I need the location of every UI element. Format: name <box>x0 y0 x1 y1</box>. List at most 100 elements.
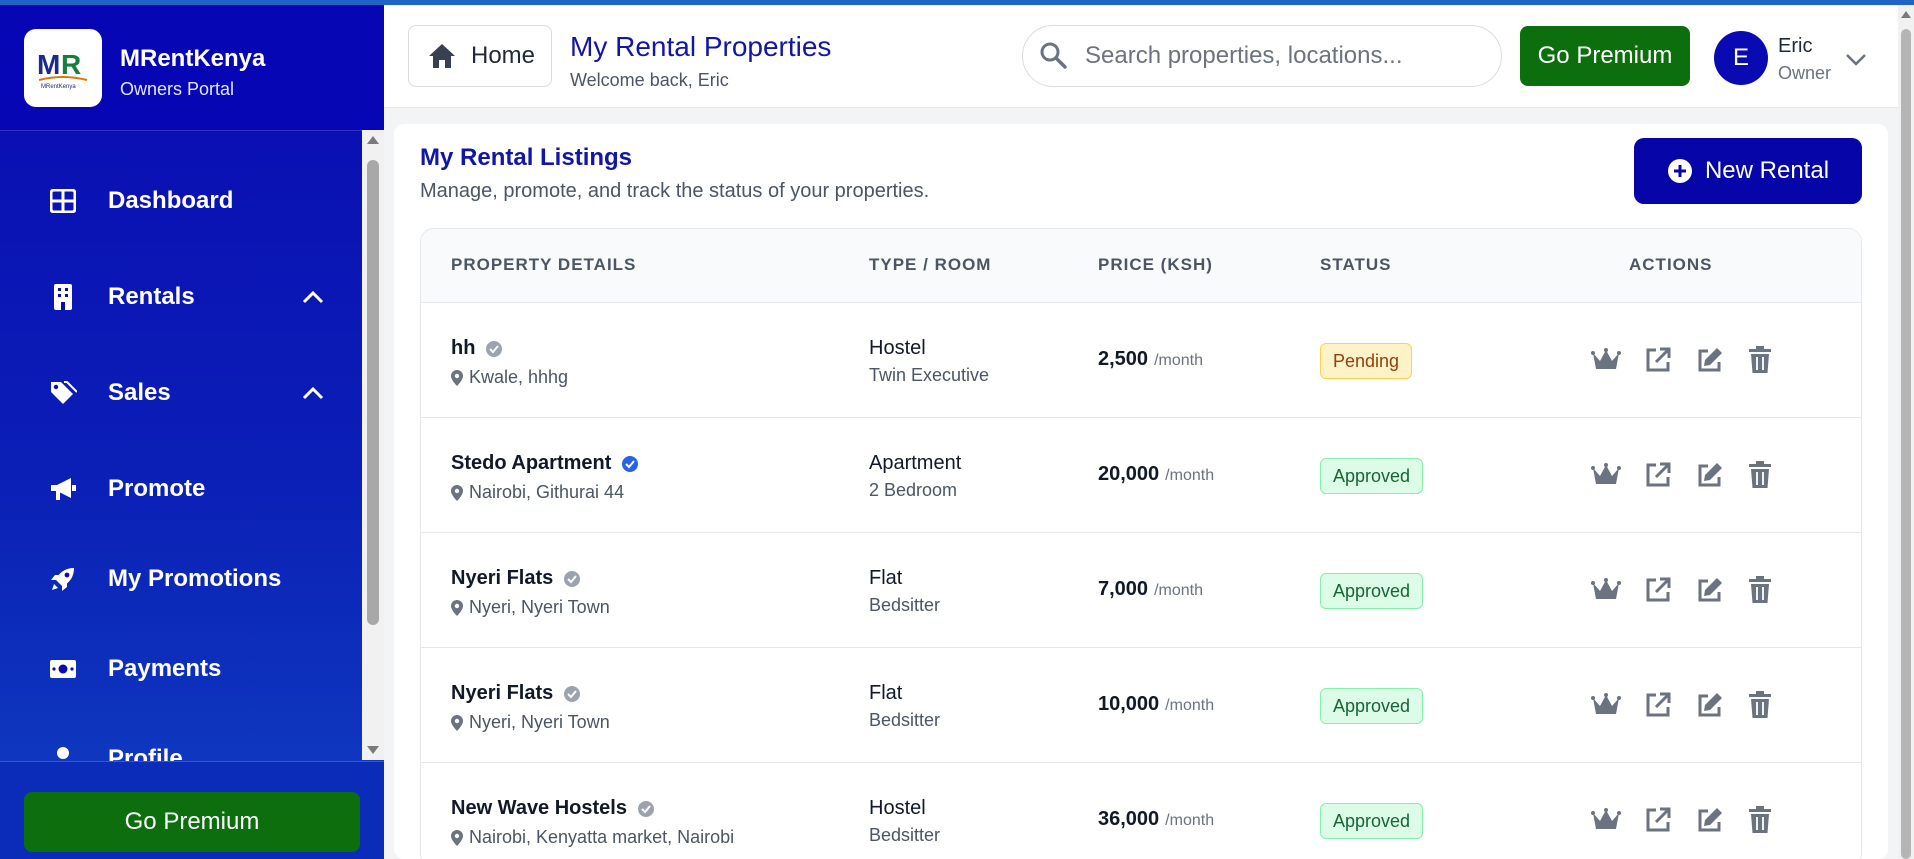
sidebar-item-sales[interactable]: Sales <box>0 363 362 423</box>
price-unit: /month <box>1165 467 1215 484</box>
sidebar-item-profile[interactable]: Profile <box>0 729 362 761</box>
grid-icon <box>48 186 78 216</box>
property-room: Bedsitter <box>869 710 941 730</box>
map-pin-icon <box>451 829 463 846</box>
property-price-cell: 10,000/month <box>1098 693 1214 716</box>
home-button[interactable]: Home <box>408 25 552 87</box>
property-price-cell: 7,000/month <box>1098 578 1203 601</box>
chevron-up-icon[interactable] <box>298 282 328 312</box>
plus-circle-icon <box>1667 158 1693 184</box>
sidebar-item-my-promotions[interactable]: My Promotions <box>0 549 362 609</box>
table-row: hh Kwale, hhhg Hostel Twin Executive 2,500/m… <box>421 303 1861 418</box>
trash-icon[interactable] <box>1743 458 1777 492</box>
property-name[interactable]: New Wave Hostels <box>451 797 627 820</box>
sidebar-scroll-thumb[interactable] <box>367 160 379 625</box>
property-name[interactable]: Nyeri Flats <box>451 682 553 705</box>
rocket-icon <box>48 564 78 594</box>
user-role: Owner <box>1778 63 1832 83</box>
status-badge: Approved <box>1320 573 1424 609</box>
sidebar-item-promote[interactable]: Promote <box>0 459 362 519</box>
property-room: Bedsitter <box>869 595 941 615</box>
crown-icon[interactable] <box>1589 343 1623 377</box>
trash-icon[interactable] <box>1743 343 1777 377</box>
crown-icon[interactable] <box>1589 688 1623 722</box>
sidebar-item-label: Dashboard <box>108 187 234 214</box>
page-scrollbar[interactable] <box>1898 5 1914 859</box>
crown-icon[interactable] <box>1589 573 1623 607</box>
property-price: 2,500 <box>1098 348 1149 370</box>
section-title: My Rental Listings <box>420 144 633 171</box>
trash-icon[interactable] <box>1743 803 1777 837</box>
building-icon <box>48 282 78 312</box>
search-input[interactable] <box>1085 42 1485 70</box>
chevron-up-icon[interactable] <box>298 378 328 408</box>
verified-check-icon <box>563 570 581 588</box>
property-location-cell: Nairobi, Kenyatta market, Nairobi <box>451 827 734 848</box>
verified-check-icon <box>563 685 581 703</box>
price-unit: /month <box>1154 582 1203 599</box>
sidebar-item-label: Promote <box>108 475 206 502</box>
sidebar-item-payments[interactable]: Payments <box>0 639 362 699</box>
property-name[interactable]: hh <box>451 337 475 360</box>
external-link-icon[interactable] <box>1641 688 1675 722</box>
header-go-premium-button[interactable]: Go Premium <box>1520 26 1690 86</box>
brand-name: MRentKenya <box>120 45 266 72</box>
chevron-down-icon[interactable] <box>1842 45 1870 73</box>
table-row: Nyeri Flats Nyeri, Nyeri Town Flat Bedsitte… <box>421 648 1861 763</box>
brand-subtitle: Owners Portal <box>120 79 235 99</box>
sidebar-item-dashboard[interactable]: Dashboard <box>0 171 362 231</box>
property-location: Nyeri, Nyeri Town <box>469 712 610 732</box>
edit-icon[interactable] <box>1693 343 1727 377</box>
external-link-icon[interactable] <box>1641 573 1675 607</box>
property-type: Flat <box>869 567 903 589</box>
property-name[interactable]: Nyeri Flats <box>451 567 553 590</box>
trash-icon[interactable] <box>1743 688 1777 722</box>
property-location: Nyeri, Nyeri Town <box>469 597 610 617</box>
brand-header: M R MRentKenya MRentKenya Owners Portal <box>0 5 384 131</box>
verified-check-icon <box>637 800 655 818</box>
edit-icon[interactable] <box>1693 573 1727 607</box>
external-link-icon[interactable] <box>1641 343 1675 377</box>
scroll-up-arrow-icon[interactable] <box>1901 11 1911 18</box>
property-price-cell: 2,500/month <box>1098 348 1203 371</box>
trash-icon[interactable] <box>1743 573 1777 607</box>
status-badge: Approved <box>1320 458 1424 494</box>
welcome-text: Welcome back, Eric <box>570 70 729 90</box>
sidebar-nav: Dashboard Rentals Sales Promote My Promo… <box>0 131 362 761</box>
page-scroll-thumb[interactable] <box>1901 29 1911 859</box>
crown-icon[interactable] <box>1589 803 1623 837</box>
new-rental-button[interactable]: New Rental <box>1634 138 1862 204</box>
property-room: Bedsitter <box>869 825 941 845</box>
crown-icon[interactable] <box>1589 458 1623 492</box>
user-name[interactable]: Eric <box>1778 35 1812 58</box>
property-location: Nairobi, Kenyatta market, Nairobi <box>469 827 735 847</box>
scroll-up-arrow-icon[interactable] <box>367 136 379 144</box>
map-pin-icon <box>451 369 463 386</box>
svg-text:M: M <box>37 49 60 80</box>
sidebar-item-label: Sales <box>108 379 171 406</box>
price-unit: /month <box>1165 697 1215 714</box>
status-badge: Pending <box>1320 343 1413 379</box>
listings-table: PROPERTY DETAILS TYPE / ROOM PRICE (KSH)… <box>420 228 1862 859</box>
property-location: Nairobi, Githurai 44 <box>469 482 625 502</box>
property-name[interactable]: Stedo Apartment <box>451 452 611 475</box>
money-icon <box>48 654 78 684</box>
property-name-cell: Nyeri Flats <box>451 567 581 590</box>
sidebar-item-label: Profile <box>108 745 183 761</box>
external-link-icon[interactable] <box>1641 458 1675 492</box>
property-name-cell: New Wave Hostels <box>451 797 655 820</box>
external-link-icon[interactable] <box>1641 803 1675 837</box>
status-badge: Approved <box>1320 688 1424 724</box>
edit-icon[interactable] <box>1693 803 1727 837</box>
edit-icon[interactable] <box>1693 458 1727 492</box>
scroll-down-arrow-icon[interactable] <box>367 746 379 754</box>
sidebar-scrollbar[interactable] <box>362 130 384 760</box>
avatar[interactable]: E <box>1714 31 1768 85</box>
verified-check-icon <box>485 340 503 358</box>
sidebar-item-label: My Promotions <box>108 565 282 592</box>
sidebar-go-premium-button[interactable]: Go Premium <box>24 792 360 852</box>
edit-icon[interactable] <box>1693 688 1727 722</box>
home-icon <box>427 41 457 71</box>
sidebar-item-rentals[interactable]: Rentals <box>0 267 362 327</box>
sidebar-item-label: Payments <box>108 655 222 682</box>
